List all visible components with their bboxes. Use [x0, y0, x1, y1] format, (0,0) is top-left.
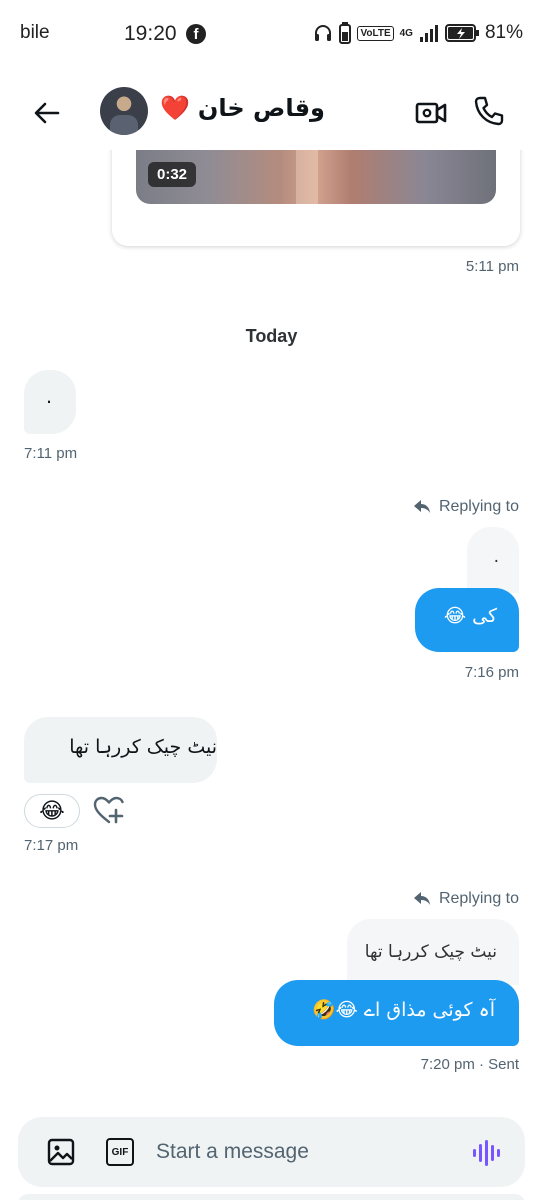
- message-text: کی 😂: [443, 605, 497, 627]
- quoted-text: .: [493, 547, 499, 567]
- video-thumbnail[interactable]: 0:32: [136, 150, 496, 204]
- battery-charging-icon: [444, 24, 479, 42]
- voice-icon[interactable]: [470, 1137, 502, 1169]
- avatar-figure: [110, 115, 138, 135]
- video-duration: 0:32: [148, 162, 197, 187]
- avatar[interactable]: [100, 87, 148, 135]
- quoted-message[interactable]: .: [467, 527, 519, 593]
- message-time: 7:16 pm: [464, 664, 519, 681]
- facebook-icon: f: [186, 24, 206, 44]
- date-divider: Today: [245, 326, 298, 346]
- carrier-label: bile: [20, 22, 50, 43]
- keyboard-edge: [18, 1194, 525, 1200]
- message-bubble-sent[interactable]: کی 😂: [415, 588, 519, 652]
- contact-name-text: وقاص خان: [197, 94, 325, 122]
- heart-emoji: ❤️: [160, 94, 190, 122]
- message-time: 5:11 pm: [465, 258, 519, 275]
- reaction-emoji: 😂: [39, 798, 65, 824]
- signal-icon: [419, 25, 438, 42]
- status-icons: VoLTE 4G 81%: [313, 22, 523, 44]
- image-icon[interactable]: [46, 1137, 76, 1167]
- message-status: 7:20 pm · Sent: [420, 1056, 519, 1073]
- reaction-badge[interactable]: 😂: [24, 794, 80, 828]
- message-bubble-received[interactable]: نیٹ چیک کررہا تھا: [24, 717, 217, 783]
- contact-name[interactable]: ❤️ وقاص خان: [160, 94, 325, 122]
- message-time: 7:17 pm: [24, 837, 79, 854]
- quoted-text: نیٹ چیک کررہا تھا: [364, 942, 497, 962]
- add-reaction-icon[interactable]: [92, 794, 126, 828]
- message-text: .: [46, 386, 53, 408]
- quoted-message[interactable]: نیٹ چیک کررہا تھا: [347, 919, 519, 985]
- volte-badge: VoLTE: [357, 25, 394, 41]
- video-message-card[interactable]: 0:32: [112, 150, 520, 246]
- gif-icon[interactable]: GIF: [106, 1138, 134, 1166]
- replying-to-label: Replying to: [413, 498, 519, 516]
- status-bar: bile 19:20 f VoLTE 4G 81%: [0, 0, 543, 70]
- clock: 19:20: [124, 22, 177, 45]
- message-time: 7:11 pm: [24, 445, 78, 462]
- phone-icon[interactable]: [472, 94, 506, 128]
- battery-percent: 81%: [484, 22, 523, 43]
- headphones-icon: [315, 25, 332, 41]
- message-text: نیٹ چیک کررہا تھا: [69, 736, 217, 758]
- replying-to-text: Replying to: [438, 890, 519, 907]
- replying-to-text: Replying to: [438, 498, 519, 515]
- message-text: آہ کوئی مذاق اے 😂🤣: [312, 999, 495, 1021]
- message-list[interactable]: 0:32 5:11 pm Today . 7:11 pm Replying to…: [0, 150, 543, 1110]
- reply-icon: [413, 892, 430, 905]
- battery-small-icon: [339, 22, 352, 44]
- gif-label: GIF: [111, 1146, 129, 1158]
- message-input[interactable]: [156, 1131, 456, 1173]
- conversation-header: ❤️ وقاص خان: [0, 80, 543, 146]
- message-bubble-sent[interactable]: آہ کوئی مذاق اے 😂🤣: [274, 980, 519, 1046]
- replying-to-label: Replying to: [413, 890, 519, 908]
- back-arrow-icon[interactable]: [30, 96, 64, 130]
- video-call-icon[interactable]: [414, 96, 448, 130]
- message-composer: GIF: [18, 1117, 525, 1187]
- network-type: 4G: [399, 27, 413, 39]
- message-bubble-received[interactable]: .: [24, 370, 76, 434]
- reply-icon: [413, 500, 430, 513]
